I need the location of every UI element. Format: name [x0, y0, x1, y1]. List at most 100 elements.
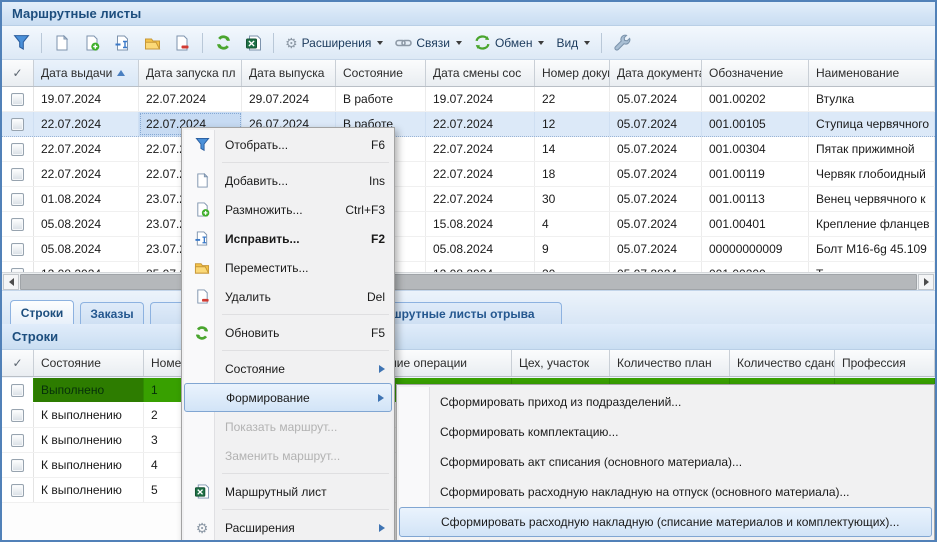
cell[interactable]: 29.07.2024: [242, 87, 336, 111]
cell[interactable]: 12.08.2024: [34, 262, 139, 272]
cell[interactable]: 4: [535, 212, 610, 236]
header-cell[interactable]: Номер докум: [535, 60, 610, 86]
header-cell[interactable]: Дата выпуска: [242, 60, 336, 86]
cell[interactable]: 9: [535, 237, 610, 261]
edit-button[interactable]: [109, 30, 135, 56]
cell[interactable]: 001.00113: [702, 187, 809, 211]
row-checkbox[interactable]: [11, 484, 24, 497]
cell[interactable]: К выполнению: [34, 428, 144, 452]
row-checkbox[interactable]: [11, 459, 24, 472]
settings-button[interactable]: [609, 30, 635, 56]
menu-item[interactable]: Сформировать приход из подразделений...: [399, 387, 932, 417]
menu-item[interactable]: ОбновитьF5: [184, 318, 392, 347]
horizontal-scrollbar[interactable]: [2, 272, 935, 290]
menu-item[interactable]: ⚙Расширения: [184, 513, 392, 542]
row-checkbox[interactable]: [11, 143, 24, 156]
cell[interactable]: 22.07.2024: [426, 112, 535, 136]
cell[interactable]: Венец червячного к: [809, 187, 935, 211]
cell[interactable]: 05.07.2024: [610, 137, 702, 161]
cell[interactable]: Червяк глобоидный: [809, 162, 935, 186]
cell[interactable]: Крепление фланцев: [809, 212, 935, 236]
scrollbar-thumb[interactable]: [20, 274, 917, 290]
header-cell[interactable]: Наименование: [809, 60, 935, 86]
header-cell[interactable]: Дата документа: [610, 60, 702, 86]
cell[interactable]: К выполнению: [34, 478, 144, 502]
header-cell[interactable]: Дата выдачи: [34, 60, 139, 86]
menu-item[interactable]: Сформировать расходную накладную (списан…: [399, 507, 932, 537]
cell[interactable]: 22.07.2024: [34, 112, 139, 136]
cell[interactable]: 12: [535, 112, 610, 136]
cell[interactable]: 05.07.2024: [610, 262, 702, 272]
menu-item[interactable]: Сформировать акт списания (основного мат…: [399, 447, 932, 477]
cell[interactable]: 001.00200: [702, 262, 809, 272]
cell[interactable]: 05.08.2024: [426, 237, 535, 261]
cell[interactable]: Выполнено: [34, 378, 144, 402]
menu-item[interactable]: Добавить...Ins: [184, 166, 392, 195]
table-row[interactable]: 22.07.202422.07.202422.07.20241805.07.20…: [2, 162, 935, 187]
menu-item[interactable]: Формирование: [184, 383, 392, 412]
cell[interactable]: 18: [535, 162, 610, 186]
extensions-menu-button[interactable]: ⚙ Расширения: [281, 30, 387, 56]
cell[interactable]: 05.07.2024: [610, 237, 702, 261]
row-checkbox[interactable]: [11, 434, 24, 447]
row-checkbox[interactable]: [11, 243, 24, 256]
cell[interactable]: 001.00304: [702, 137, 809, 161]
filter-button[interactable]: [8, 30, 34, 56]
cell[interactable]: 05.07.2024: [610, 212, 702, 236]
cell[interactable]: Болт М16-6g 45.109: [809, 237, 935, 261]
cell[interactable]: 22: [535, 87, 610, 111]
menu-item[interactable]: Сформировать расходную накладную на отпу…: [399, 477, 932, 507]
exchange-menu-button[interactable]: Обмен: [470, 30, 549, 56]
menu-item[interactable]: Размножить...Ctrl+F3: [184, 195, 392, 224]
table-row[interactable]: 19.07.202422.07.202429.07.2024В работе19…: [2, 87, 935, 112]
cell[interactable]: 12.08.2024: [426, 262, 535, 272]
table-row[interactable]: 05.08.202423.07.202405.08.2024905.07.202…: [2, 237, 935, 262]
cell[interactable]: 05.07.2024: [610, 112, 702, 136]
cell[interactable]: К выполнению: [34, 453, 144, 477]
row-checkbox[interactable]: [11, 118, 24, 131]
cell[interactable]: 22.07.2024: [34, 137, 139, 161]
cell[interactable]: 22.07.2024: [426, 137, 535, 161]
header-cell[interactable]: Количество сдано: [730, 350, 835, 376]
table-row[interactable]: 12.08.202425.07.202412.08.20242005.07.20…: [2, 262, 935, 272]
row-checkbox[interactable]: [11, 193, 24, 206]
cell[interactable]: 22.07.2024: [34, 162, 139, 186]
cell[interactable]: 22.07.2024: [426, 162, 535, 186]
menu-item[interactable]: Переместить...: [184, 253, 392, 282]
cell[interactable]: 22.07.2024: [426, 187, 535, 211]
tab-rows[interactable]: Строки: [10, 300, 74, 324]
duplicate-button[interactable]: [79, 30, 105, 56]
cell[interactable]: Ступица червячного: [809, 112, 935, 136]
header-cell[interactable]: Профессия: [835, 350, 935, 376]
header-cell[interactable]: Состояние: [336, 60, 426, 86]
new-button[interactable]: [49, 30, 75, 56]
menu-item[interactable]: УдалитьDel: [184, 282, 392, 311]
row-checkbox[interactable]: [11, 93, 24, 106]
table-row[interactable]: 22.07.202422.07.202426.07.2024В работе22…: [2, 112, 935, 137]
cell[interactable]: 30: [535, 187, 610, 211]
header-cell[interactable]: Состояние: [34, 350, 144, 376]
table-row[interactable]: 22.07.202422.07.202422.07.20241405.07.20…: [2, 137, 935, 162]
cell[interactable]: 19.07.2024: [426, 87, 535, 111]
menu-item[interactable]: Сформировать комплектацию...: [399, 417, 932, 447]
cell[interactable]: Т: [809, 262, 935, 272]
header-cell[interactable]: Дата смены сос: [426, 60, 535, 86]
cell[interactable]: 00000000009: [702, 237, 809, 261]
cell[interactable]: В работе: [336, 87, 426, 111]
row-checkbox[interactable]: [11, 168, 24, 181]
view-menu-button[interactable]: Вид: [552, 30, 594, 56]
export-excel-button[interactable]: [240, 30, 266, 56]
select-all-header[interactable]: ✓: [2, 60, 34, 86]
select-all-header[interactable]: ✓: [2, 350, 34, 376]
scroll-left-button[interactable]: [3, 274, 19, 290]
cell[interactable]: 15.08.2024: [426, 212, 535, 236]
tab-orders[interactable]: Заказы: [80, 302, 144, 324]
menu-item[interactable]: Состояние: [184, 354, 392, 383]
menu-item[interactable]: Отобрать...F6: [184, 130, 392, 159]
header-cell[interactable]: Количество план: [610, 350, 730, 376]
cell[interactable]: 001.00119: [702, 162, 809, 186]
row-checkbox[interactable]: [11, 218, 24, 231]
cell[interactable]: 19.07.2024: [34, 87, 139, 111]
delete-button[interactable]: [169, 30, 195, 56]
cell[interactable]: 01.08.2024: [34, 187, 139, 211]
